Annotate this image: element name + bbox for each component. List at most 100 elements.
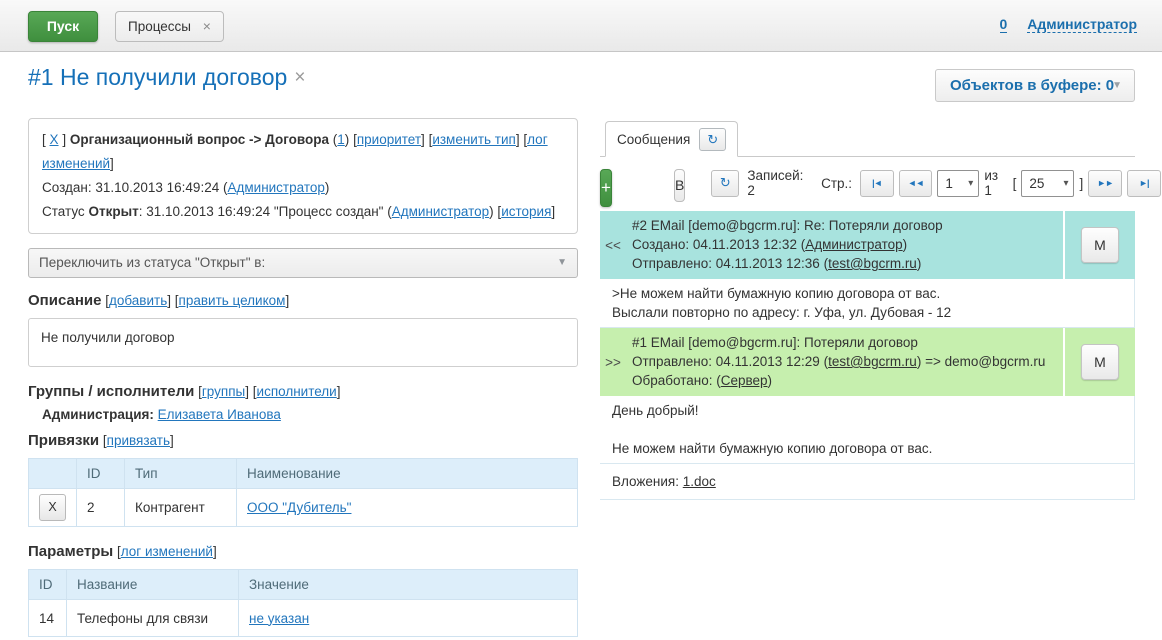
delete-process-link[interactable]: X <box>50 132 59 147</box>
description-heading: Описание <box>28 292 101 309</box>
refresh-icon[interactable]: ↻ <box>699 128 726 151</box>
tab-processes-label: Процессы <box>128 19 191 34</box>
pager: ↻ Записей: 2 Стр.: |◄ ◄◄ 1▾ из 1[ 25▾ ] … <box>711 169 1160 197</box>
topbar-user-area: 0 Администратор <box>1000 16 1137 32</box>
process-panel: [ X ] Организационный вопрос -> Договора… <box>28 118 578 637</box>
description-edit-link[interactable]: править целиком <box>179 293 286 308</box>
param-value-link[interactable]: не указан <box>249 611 309 626</box>
change-type-link[interactable]: изменить тип <box>432 132 516 147</box>
tab-messages[interactable]: Сообщения ↻ <box>605 121 738 157</box>
user-name-link[interactable]: Администратор <box>1027 16 1137 33</box>
message-body: День добрый! Не можем найти бумажную коп… <box>600 396 1135 464</box>
start-button[interactable]: Пуск <box>28 11 98 42</box>
buffer-dropdown[interactable]: Объектов в буфере: 0 ▼ <box>935 69 1135 102</box>
messages-tabs-row: Сообщения ↻ <box>600 122 1135 157</box>
process-title-text: #1 Не получили договор <box>28 64 287 90</box>
status-value: Открыт <box>88 204 138 219</box>
message-address-link[interactable]: test@bgcrm.ru <box>828 354 917 369</box>
message-header-incoming: << #2 EMail [demo@bgcrm.ru]: Re: Потерял… <box>600 211 1135 279</box>
message-sent-line: Отправлено: 04.11.2013 12:36 (test@bgcrm… <box>632 254 1057 273</box>
message-processed-line: Обработано: (Сервер) <box>632 371 1057 390</box>
message-actions: M <box>1063 211 1135 279</box>
first-page-button[interactable]: |◄ <box>860 170 894 197</box>
params-changelog-link[interactable]: лог изменений <box>121 544 213 559</box>
description-box: Не получили договор <box>28 318 578 367</box>
message-title: #2 EMail [demo@bgcrm.ru]: Re: Потеряли д… <box>632 216 1057 235</box>
process-info-line1: [ X ] Организационный вопрос -> Договора… <box>42 128 564 176</box>
message-body: >Не можем найти бумажную копию договора … <box>600 279 1135 328</box>
chevron-down-icon: ▼ <box>1112 80 1122 91</box>
attachments-row: Вложения: 1.doc <box>600 464 1135 500</box>
message-header-outgoing: >> #1 EMail [demo@bgcrm.ru]: Потеряли до… <box>600 328 1135 396</box>
message-list: << #2 EMail [demo@bgcrm.ru]: Re: Потерял… <box>600 211 1135 500</box>
process-type: Организационный вопрос -> Договора <box>70 132 329 147</box>
created-user-link[interactable]: Администратор <box>227 180 324 195</box>
message-address-link[interactable]: test@bgcrm.ru <box>828 256 917 271</box>
params-header-row: ID Название Значение <box>29 570 578 600</box>
params-heading-row: Параметры [лог изменений] <box>28 543 578 560</box>
attachment-link[interactable]: 1.doc <box>683 474 716 489</box>
message-actions: M <box>1063 328 1135 396</box>
page-title: #1 Не получили договор × <box>28 64 305 91</box>
groups-link[interactable]: группы <box>202 384 245 399</box>
group-name: Администрация: <box>42 407 154 422</box>
message-m-button[interactable]: M <box>1081 344 1119 380</box>
bind-link[interactable]: привязать <box>107 433 170 448</box>
description-add-link[interactable]: добавить <box>109 293 167 308</box>
status-switch-select[interactable]: Переключить из статуса "Открыт" в: ▼ <box>28 248 578 278</box>
bindings-heading-row: Привязки [привязать] <box>28 432 578 449</box>
chevron-down-icon: ▾ <box>968 178 973 189</box>
process-info-box: [ X ] Организационный вопрос -> Договора… <box>28 118 578 234</box>
binding-name-link[interactable]: ООО "Дубитель" <box>247 500 351 515</box>
process-created-line: Создан: 31.10.2013 16:49:24 (Администрат… <box>42 176 564 200</box>
incoming-direction-icon: << <box>600 211 626 279</box>
notification-count-link[interactable]: 0 <box>1000 16 1008 33</box>
executor-link[interactable]: Елизавета Иванова <box>158 407 281 422</box>
page-label: Стр.: <box>821 176 852 191</box>
tab-messages-label: Сообщения <box>617 132 690 147</box>
message-user-link[interactable]: Администратор <box>805 237 902 252</box>
table-row: 14 Телефоны для связи не указан <box>29 600 578 637</box>
prev-page-button[interactable]: ◄◄ <box>899 170 933 197</box>
tab-processes[interactable]: Процессы × <box>115 11 224 42</box>
page-number-select[interactable]: 1▾ <box>937 170 979 197</box>
page-size-select[interactable]: 25▾ <box>1021 170 1074 197</box>
status-user-link[interactable]: Администратор <box>392 204 489 219</box>
bindings-heading: Привязки <box>28 432 99 449</box>
add-message-button[interactable]: + <box>600 169 612 207</box>
b-button[interactable]: В <box>674 169 685 202</box>
description-text: Не получили договор <box>41 330 174 345</box>
records-count: Записей: 2 <box>747 168 810 198</box>
top-bar: Пуск Процессы × 0 Администратор <box>0 0 1162 52</box>
binding-id: 2 <box>77 489 125 527</box>
next-page-button[interactable]: ►► <box>1088 170 1122 197</box>
unbind-button[interactable]: X <box>39 494 66 521</box>
message-m-button[interactable]: M <box>1081 227 1119 263</box>
executors-link[interactable]: исполнители <box>257 384 337 399</box>
chevron-down-icon: ▼ <box>557 249 567 277</box>
buffer-label: Объектов в буфере: 0 <box>950 70 1114 101</box>
type-count-link[interactable]: 1 <box>337 132 345 147</box>
params-table: ID Название Значение 14 Телефоны для свя… <box>28 569 578 637</box>
tab-close-icon[interactable]: × <box>203 18 211 34</box>
outgoing-direction-icon: >> <box>600 328 626 396</box>
description-heading-row: Описание [добавить] [править целиком] <box>28 292 578 309</box>
last-page-button[interactable]: ►| <box>1127 170 1161 197</box>
binding-type: Контрагент <box>125 489 237 527</box>
refresh-icon[interactable]: ↻ <box>711 170 739 197</box>
message-created-line: Создано: 04.11.2013 12:32 (Администратор… <box>632 235 1057 254</box>
param-name: Телефоны для связи <box>67 600 239 637</box>
message-header-text: #2 EMail [demo@bgcrm.ru]: Re: Потеряли д… <box>626 211 1063 279</box>
message-server-link[interactable]: Сервер <box>721 373 768 388</box>
messages-toolbar: + В ↻ Записей: 2 Стр.: |◄ ◄◄ 1▾ из 1[ 25… <box>600 169 1135 208</box>
param-id: 14 <box>29 600 67 637</box>
message-sent-line: Отправлено: 04.11.2013 12:29 (test@bgcrm… <box>632 352 1057 371</box>
bindings-header-row: ID Тип Наименование <box>29 459 578 489</box>
history-link[interactable]: история <box>501 204 551 219</box>
groups-heading: Группы / исполнители <box>28 383 194 400</box>
messages-panel: Сообщения ↻ + В ↻ Записей: 2 Стр.: |◄ ◄◄… <box>600 122 1135 500</box>
group-executor-line: Администрация: Елизавета Иванова <box>28 407 578 422</box>
status-switch-label: Переключить из статуса "Открыт" в: <box>39 255 265 270</box>
priority-link[interactable]: приоритет <box>357 132 421 147</box>
close-process-icon[interactable]: × <box>294 67 305 88</box>
